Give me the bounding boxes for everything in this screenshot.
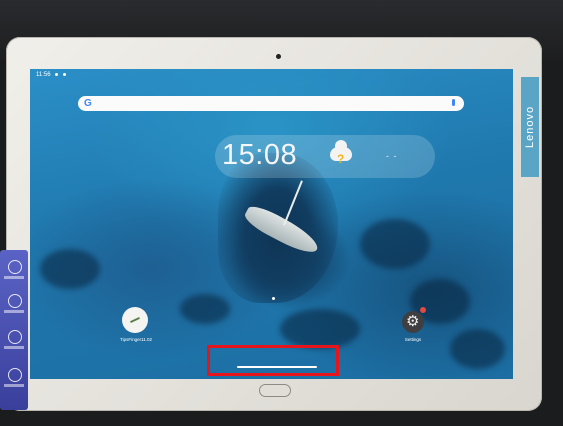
notification-dot <box>62 72 66 76</box>
clock-time: 15:08 <box>222 139 298 171</box>
strip-caption-4 <box>4 384 24 387</box>
status-bar: 11:56 <box>30 69 513 81</box>
strip-icon-1 <box>8 260 22 274</box>
notification-badge <box>420 307 426 313</box>
strip-icon-2 <box>8 294 22 308</box>
google-logo: G <box>84 98 92 109</box>
weather-unknown-icon: ? <box>337 152 345 166</box>
strip-caption-1 <box>4 276 24 279</box>
strip-icon-4 <box>8 368 22 382</box>
strip-caption-3 <box>4 346 24 349</box>
side-panel <box>0 250 28 410</box>
reef-shadow <box>280 309 360 349</box>
reef-shadow <box>40 249 100 289</box>
reef-shadow <box>450 329 505 369</box>
strip-icon-3 <box>8 330 22 344</box>
app-label: TipsFinger11.02 <box>119 337 153 342</box>
brand-label: Lenovo <box>521 77 539 177</box>
temperature: - - <box>386 151 398 161</box>
status-time: 11:56 <box>36 72 51 78</box>
reef-shadow <box>180 294 230 324</box>
notes-app-icon[interactable] <box>122 307 148 333</box>
notification-dot <box>55 72 59 76</box>
reef-shadow <box>360 219 430 269</box>
mic-icon[interactable] <box>452 99 455 106</box>
google-search-bar[interactable]: G <box>78 96 464 111</box>
strip-caption-2 <box>4 310 24 313</box>
gear-icon: ⚙ <box>406 313 420 330</box>
page-indicator <box>272 297 275 300</box>
hardware-home-key[interactable] <box>259 384 291 397</box>
highlight-box <box>207 345 339 376</box>
app-label: Settings <box>404 337 422 342</box>
home-screen: 11:56 G 15:08 ? - - TipsFinger11.02 ⚙ Se… <box>30 69 513 379</box>
front-camera <box>276 54 281 59</box>
